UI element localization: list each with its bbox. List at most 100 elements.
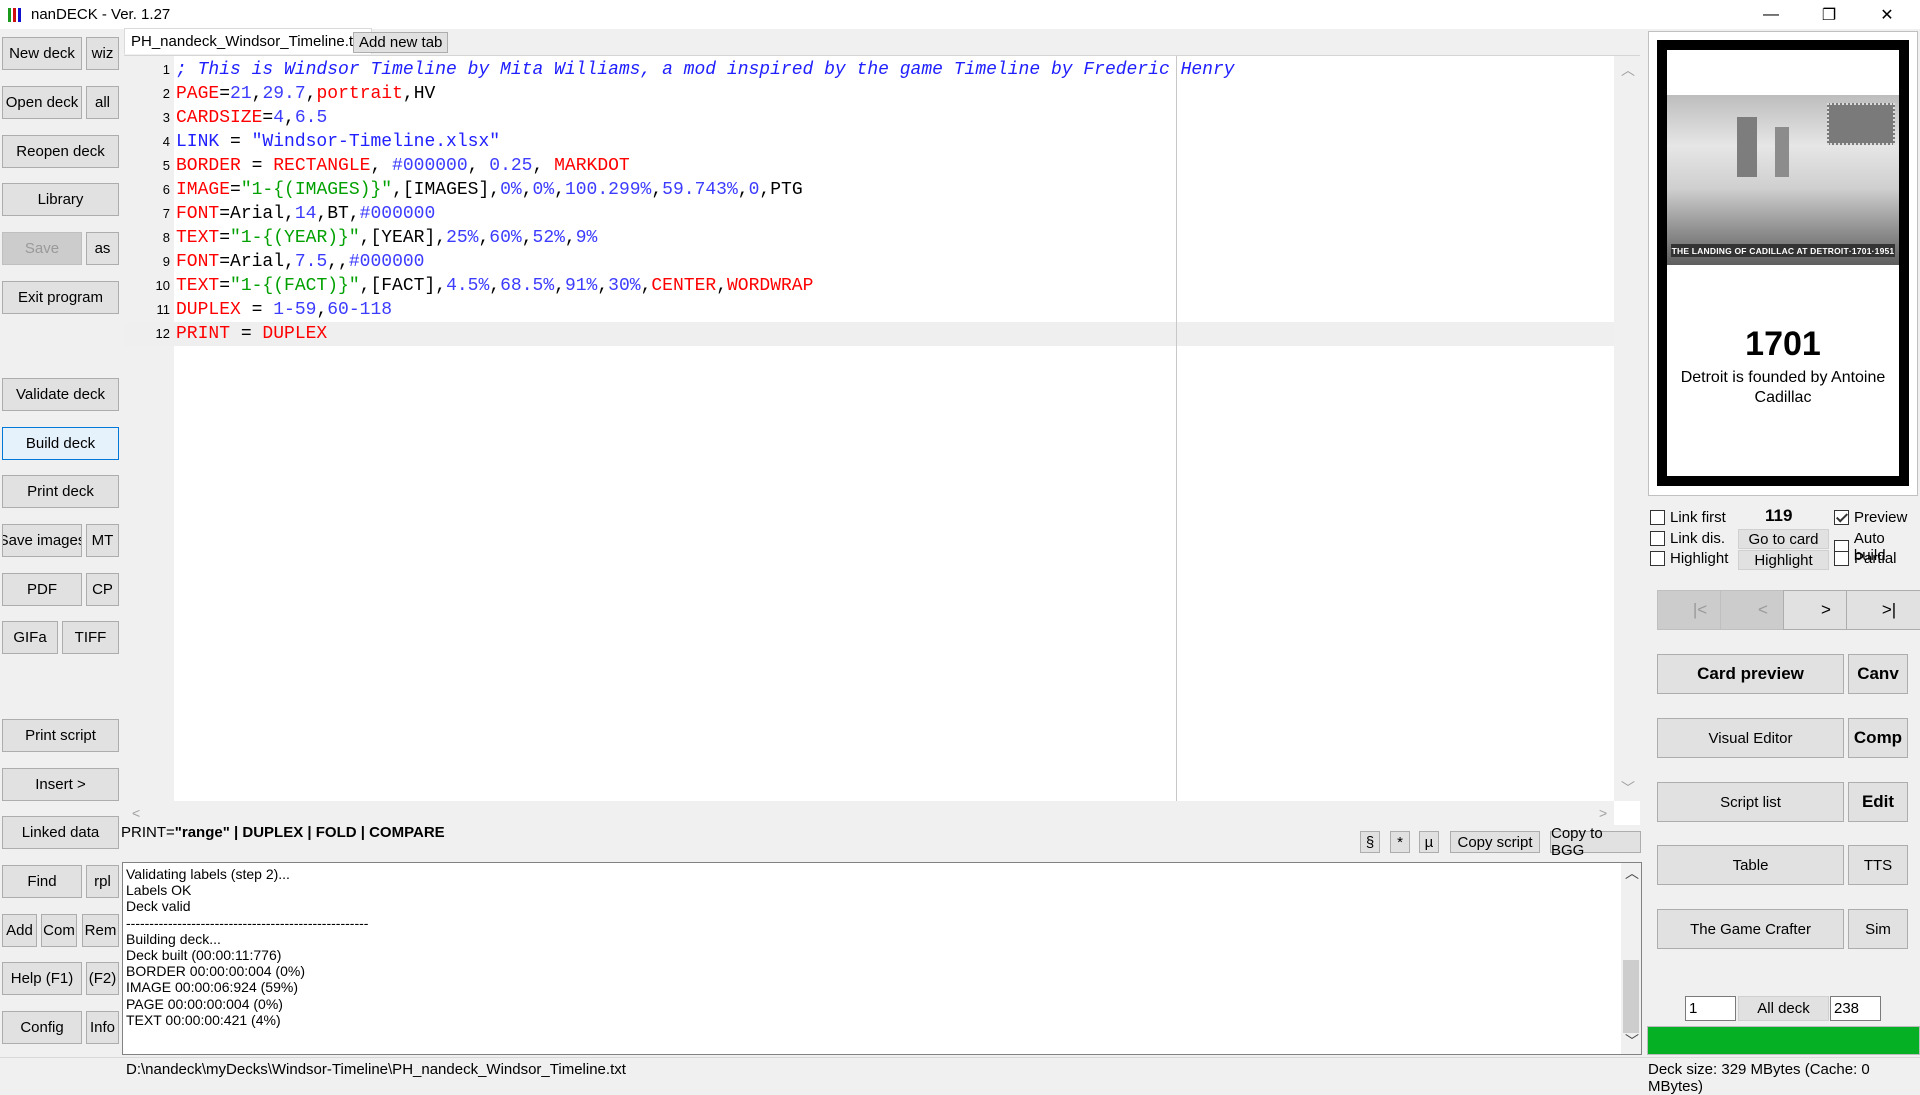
add-new-tab-button[interactable]: Add new tab	[353, 32, 449, 53]
code-line[interactable]: 4 LINK = "Windsor-Timeline.xlsx"	[124, 130, 1614, 154]
code-line[interactable]: 1 ; This is Windsor Timeline by Mita Will…	[124, 58, 1614, 82]
range-to-input[interactable]: 238	[1830, 996, 1881, 1021]
tab-script-file[interactable]: PH_nandeck_Windsor_Timeline.txt	[124, 28, 372, 54]
mu-symbol-button[interactable]: µ	[1419, 831, 1439, 853]
simulator-button[interactable]: Sim	[1848, 909, 1908, 949]
scroll-up-icon[interactable]: ︿	[1621, 60, 1635, 80]
library-button[interactable]: Library	[2, 183, 119, 216]
canvas-button[interactable]: Canv	[1848, 654, 1908, 694]
new-deck-button[interactable]: New deck	[2, 37, 82, 70]
code-line[interactable]: 12 PRINT = DUPLEX	[124, 322, 1614, 346]
code-line[interactable]: 7 FONT=Arial,14,BT,#000000	[124, 202, 1614, 226]
editor-horizontal-scrollbar[interactable]: < >	[124, 801, 1614, 826]
save-button[interactable]: Save	[2, 232, 82, 265]
line-number: 8	[162, 230, 170, 245]
highlight-button[interactable]: Highlight	[1738, 550, 1829, 570]
validate-deck-button[interactable]: Validate deck	[2, 378, 119, 411]
replace-button[interactable]: rpl	[86, 865, 119, 898]
code-token: ; This is Windsor Timeline by Mita Willi…	[176, 60, 1235, 80]
open-all-button[interactable]: all	[86, 86, 119, 119]
scroll-right-icon[interactable]: >	[1599, 805, 1607, 821]
highlight-checkbox[interactable]: Highlight	[1650, 550, 1728, 567]
info-button[interactable]: Info	[86, 1011, 119, 1044]
preview-checkbox[interactable]: Preview	[1834, 509, 1907, 526]
all-deck-button[interactable]: All deck	[1738, 996, 1829, 1021]
scroll-left-icon[interactable]: <	[132, 805, 140, 821]
gifa-button[interactable]: GIFa	[2, 621, 58, 654]
script-list-button[interactable]: Script list	[1657, 782, 1844, 822]
tiff-button[interactable]: TIFF	[62, 621, 119, 654]
scroll-down-icon[interactable]: ﹀	[1621, 778, 1635, 798]
code-line[interactable]: 2 PAGE=21,29.7,portrait,HV	[124, 82, 1614, 106]
save-as-button[interactable]: as	[86, 232, 119, 265]
edit-button[interactable]: Edit	[1848, 782, 1908, 822]
checkbox-box[interactable]	[1834, 551, 1849, 566]
checkbox-box[interactable]	[1650, 551, 1665, 566]
section-symbol-button[interactable]: §	[1360, 831, 1380, 853]
print-script-button[interactable]: Print script	[2, 719, 119, 752]
config-button[interactable]: Config	[2, 1011, 82, 1044]
visual-editor-button[interactable]: Visual Editor	[1657, 718, 1844, 758]
table-button[interactable]: Table	[1657, 845, 1844, 885]
maximize-button[interactable]: ❐	[1800, 0, 1858, 29]
open-deck-button[interactable]: Open deck	[2, 86, 82, 119]
close-button[interactable]: ✕	[1858, 0, 1916, 29]
minimize-button[interactable]: —	[1742, 0, 1800, 29]
checkbox-box[interactable]	[1650, 531, 1665, 546]
insert-button[interactable]: Insert >	[2, 768, 119, 801]
copy-to-bgg-button[interactable]: Copy to BGG	[1550, 825, 1641, 859]
code-token: =	[219, 84, 231, 104]
code-line[interactable]: 10 TEXT="1-{(FACT)}",[FACT],4.5%,68.5%,91…	[124, 274, 1614, 298]
card-preview-button[interactable]: Card preview	[1657, 654, 1844, 694]
log-line: Labels OK	[126, 882, 192, 899]
editor-vertical-scrollbar[interactable]: ︿ ﹀	[1614, 56, 1640, 801]
add-button[interactable]: Add	[2, 914, 37, 947]
remove-button[interactable]: Rem	[82, 914, 119, 947]
game-crafter-button[interactable]: The Game Crafter	[1657, 909, 1844, 949]
code-line[interactable]: 3 CARDSIZE=4,6.5	[124, 106, 1614, 130]
link-dis-checkbox[interactable]: Link dis.	[1650, 530, 1725, 547]
first-icon: |<	[1692, 600, 1708, 619]
exit-program-button[interactable]: Exit program	[2, 281, 119, 314]
log-scroll-up-icon[interactable]: ︿	[1625, 865, 1639, 881]
partial-checkbox[interactable]: Partial	[1834, 550, 1897, 567]
print-deck-button[interactable]: Print deck	[2, 475, 119, 508]
log-scroll-down-icon[interactable]: ﹀	[1625, 1033, 1639, 1049]
log-scroll-thumb[interactable]	[1623, 960, 1639, 1033]
range-from-input[interactable]: 1	[1685, 996, 1736, 1021]
last-card-button[interactable]: >|	[1846, 590, 1920, 630]
script-editor[interactable]: 1 ; This is Windsor Timeline by Mita Will…	[124, 55, 1640, 826]
find-button[interactable]: Find	[2, 865, 82, 898]
mt-button[interactable]: MT	[86, 524, 119, 557]
code-line[interactable]: 5 BORDER = RECTANGLE, #000000, 0.25, MARK…	[124, 154, 1614, 178]
last-icon: >|	[1881, 600, 1897, 619]
checkbox-box[interactable]	[1650, 510, 1665, 525]
f2-button[interactable]: (F2)	[86, 962, 119, 995]
wizard-button[interactable]: wiz	[86, 37, 119, 70]
code-line[interactable]: 9 FONT=Arial,7.5,,#000000	[124, 250, 1614, 274]
pdf-button[interactable]: PDF	[2, 573, 82, 606]
comment-button[interactable]: Com	[41, 914, 77, 947]
output-log[interactable]: Validating labels (step 2)... Labels OK De…	[122, 862, 1642, 1055]
checkbox-box[interactable]	[1834, 510, 1849, 525]
cp-button[interactable]: CP	[86, 573, 119, 606]
tts-button[interactable]: TTS	[1848, 845, 1908, 885]
log-scrollbar[interactable]: ︿ ﹀	[1621, 863, 1641, 1054]
save-images-button[interactable]: Save images	[2, 524, 82, 557]
linked-data-button[interactable]: Linked data	[2, 816, 119, 849]
code-line[interactable]: 6 IMAGE="1-{(IMAGES)}",[IMAGES],0%,0%,100…	[124, 178, 1614, 202]
reopen-deck-button[interactable]: Reopen deck	[2, 135, 119, 168]
compare-button[interactable]: Comp	[1848, 718, 1908, 758]
code-line[interactable]: 11 DUPLEX = 1-59,60-118	[124, 298, 1614, 322]
link-first-checkbox[interactable]: Link first	[1650, 509, 1726, 526]
card-preview[interactable]: THE LANDING OF CADILLAC AT DETROIT·1701·…	[1648, 31, 1918, 496]
code-token: ,	[554, 180, 565, 200]
go-to-card-button[interactable]: Go to card	[1738, 529, 1829, 549]
copy-script-button[interactable]: Copy script	[1450, 831, 1540, 853]
build-deck-button[interactable]: Build deck	[2, 427, 119, 460]
help-button[interactable]: Help (F1)	[2, 962, 82, 995]
code-token: ,	[651, 180, 663, 200]
asterisk-button[interactable]: *	[1390, 831, 1410, 853]
code-token: ,	[532, 156, 555, 176]
code-line[interactable]: 8 TEXT="1-{(YEAR)}",[YEAR],25%,60%,52%,9%	[124, 226, 1614, 250]
